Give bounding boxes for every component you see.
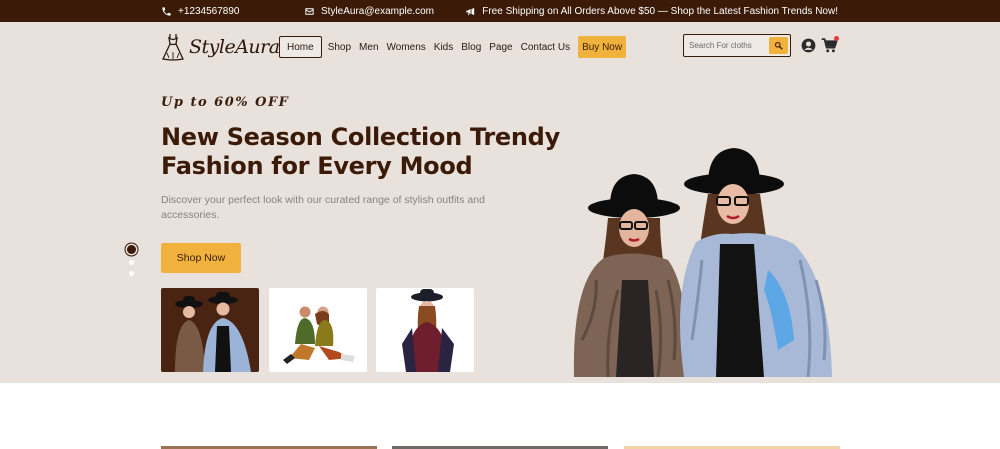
slide-thumbnail-3[interactable] (376, 288, 474, 372)
shipping-announcement: Free Shipping on All Orders Above $50 — … (465, 0, 838, 22)
nav-item-womens[interactable]: Womens (383, 36, 430, 58)
hero-models-image (573, 148, 832, 377)
slide-thumbnail-2[interactable] (269, 288, 367, 372)
cart-badge (834, 36, 839, 41)
thumbnail-image (283, 306, 355, 364)
buy-now-button[interactable]: Buy Now (578, 36, 627, 58)
shop-now-button[interactable]: Shop Now (161, 243, 241, 273)
nav-item-page[interactable]: Page (485, 36, 516, 58)
nav-item-kids[interactable]: Kids (430, 36, 457, 58)
nav-item-men[interactable]: Men (355, 36, 382, 58)
nav-item-home[interactable]: Home (279, 36, 322, 58)
nav-item-shop[interactable]: Shop (324, 36, 355, 58)
search-box (683, 34, 791, 57)
hero-section (0, 22, 1000, 383)
shipping-text: Free Shipping on All Orders Above $50 — … (482, 5, 838, 17)
nav-item-contact-us[interactable]: Contact Us (517, 36, 574, 58)
nav-item-blog[interactable]: Blog (457, 36, 485, 58)
email-address: StyleAura@example.com (321, 5, 434, 17)
main-nav: Home Shop Men Womens Kids Blog Page Cont… (279, 36, 627, 58)
promo-tagline: Up to 60% OFF (161, 95, 290, 110)
hero-description: Discover your perfect look with our cura… (161, 194, 485, 221)
thumbnail-image (402, 289, 454, 372)
slide-thumbnail-1[interactable] (161, 288, 259, 372)
phone-icon (162, 6, 171, 16)
slide-dot-2[interactable] (129, 260, 134, 265)
phone-contact[interactable]: +1234567890 (161, 0, 239, 22)
brand-name: StyleAura (189, 36, 280, 58)
search-icon (774, 41, 783, 50)
phone-number: +1234567890 (178, 5, 240, 17)
user-icon[interactable] (801, 38, 816, 53)
slide-dot-1[interactable] (127, 245, 136, 254)
mail-icon (305, 7, 314, 15)
dress-logo-icon (162, 34, 184, 61)
email-contact[interactable]: StyleAura@example.com (304, 0, 434, 22)
slide-dot-3[interactable] (129, 271, 134, 276)
hero-headline: New Season Collection Trendy Fashion for… (161, 123, 560, 180)
search-button[interactable] (769, 37, 788, 54)
thumbnail-image (175, 292, 251, 372)
top-info-bar: +1234567890 StyleAura@example.com Free S… (0, 0, 1000, 22)
brand-logo[interactable]: StyleAura (161, 33, 280, 61)
megaphone-icon (466, 7, 475, 15)
search-input[interactable] (684, 41, 766, 50)
